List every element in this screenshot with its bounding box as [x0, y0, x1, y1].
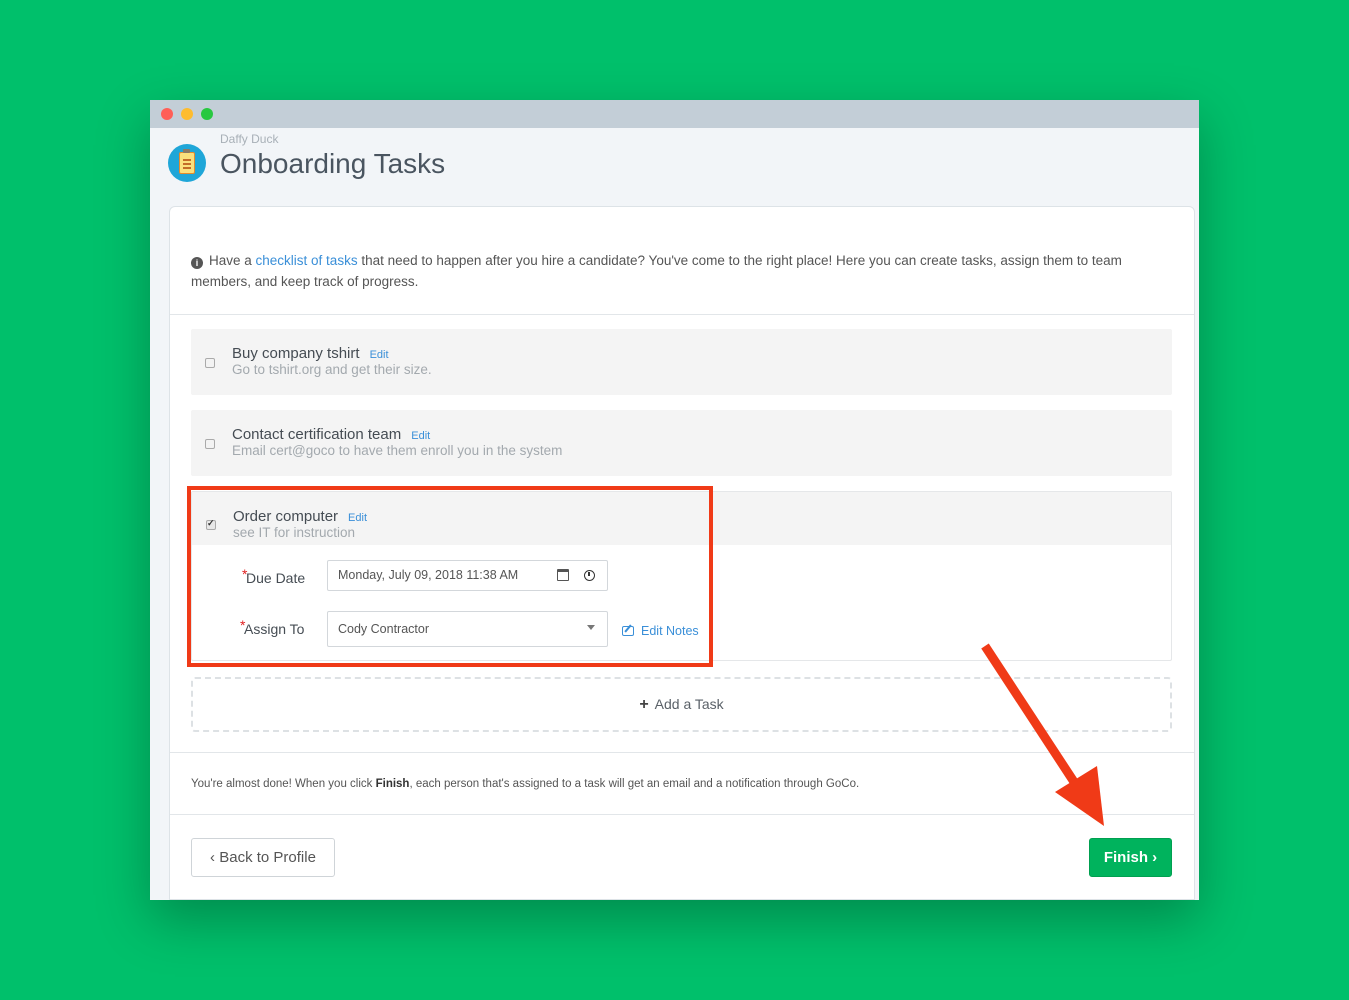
divider	[170, 814, 1194, 815]
add-task-button[interactable]: + Add a Task	[191, 677, 1172, 732]
task-edit-link[interactable]: Edit	[411, 430, 430, 442]
chevron-left-icon: ‹	[210, 849, 216, 866]
add-task-label: Add a Task	[654, 696, 724, 712]
finish-note-suffix: , each person that's assigned to a task …	[409, 778, 860, 790]
task-checkbox[interactable]	[205, 439, 215, 449]
annotation-highlight-box	[187, 486, 713, 667]
finish-note: You're almost done! When you click Finis…	[191, 778, 859, 790]
close-window-button[interactable]	[161, 108, 173, 120]
clipboard-icon	[168, 144, 206, 182]
employee-name: Daffy Duck	[220, 132, 279, 146]
task-checkbox[interactable]	[205, 358, 215, 368]
plus-icon: +	[639, 696, 649, 713]
task-description: Email cert@goco to have them enroll you …	[232, 443, 563, 458]
task-item: Contact certification team Edit Email cer…	[191, 410, 1172, 476]
task-title: Buy company tshirt	[232, 345, 360, 362]
finish-note-prefix: You're almost done! When you click	[191, 778, 376, 790]
chevron-right-icon: ›	[1152, 849, 1158, 866]
page-title: Onboarding Tasks	[220, 148, 446, 179]
title-bar	[150, 100, 1199, 128]
checklist-link[interactable]: checklist of tasks	[256, 253, 358, 268]
info-icon: i	[191, 257, 203, 269]
divider	[170, 752, 1194, 753]
intro-text: i Have a checklist of tasks that need to …	[191, 250, 1181, 292]
intro-prefix: Have a	[209, 253, 256, 268]
divider	[170, 314, 1194, 315]
page-header: Daffy Duck Onboarding Tasks	[150, 128, 1199, 206]
back-to-profile-label: Back to Profile	[219, 849, 316, 866]
zoom-window-button[interactable]	[201, 108, 213, 120]
back-to-profile-button[interactable]: ‹ Back to Profile	[191, 838, 335, 877]
minimize-window-button[interactable]	[181, 108, 193, 120]
finish-button[interactable]: Finish ›	[1089, 838, 1172, 877]
task-title: Contact certification team	[232, 426, 402, 443]
task-item: Buy company tshirt Edit Go to tshirt.org …	[191, 329, 1172, 395]
finish-label: Finish	[1103, 849, 1148, 866]
finish-note-bold: Finish	[375, 778, 410, 790]
task-edit-link[interactable]: Edit	[370, 349, 389, 361]
task-description: Go to tshirt.org and get their size.	[232, 362, 432, 377]
